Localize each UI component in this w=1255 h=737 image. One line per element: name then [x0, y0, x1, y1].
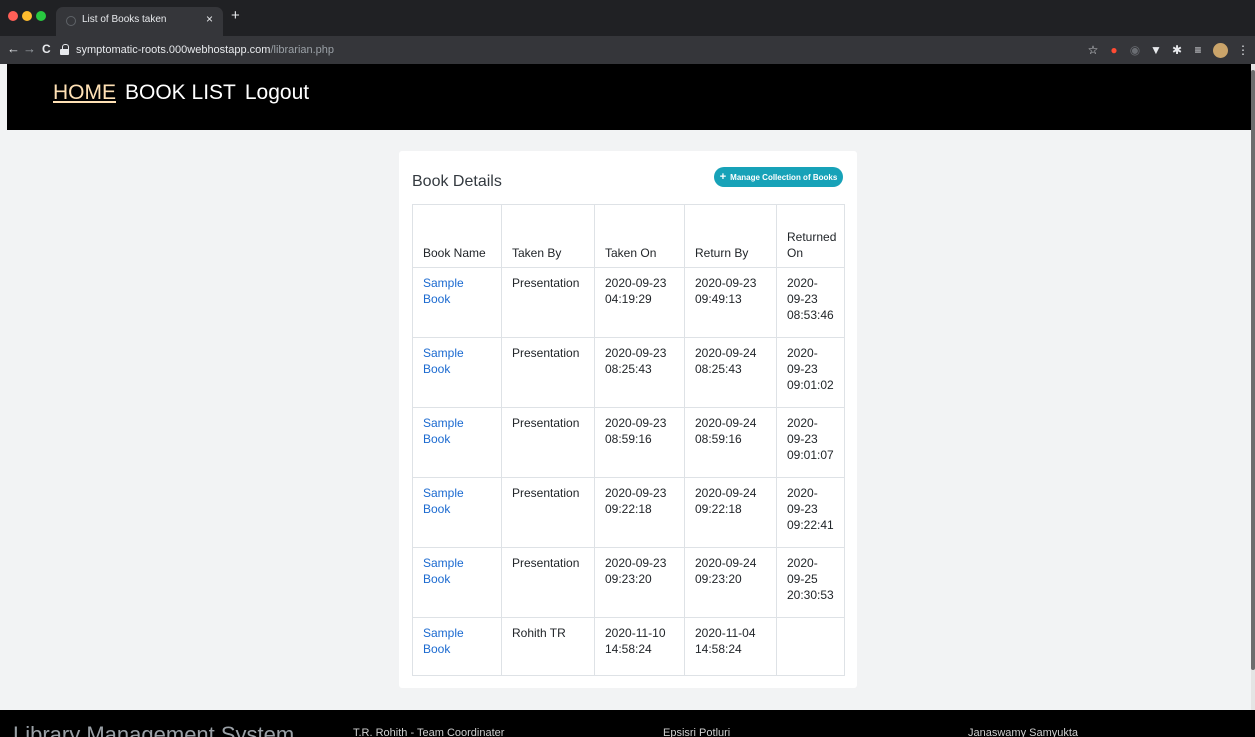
page-scrollbar[interactable] [1251, 64, 1255, 737]
table-row: Sample Book Presentation 2020-09-23 09:2… [412, 547, 845, 618]
book-link[interactable]: Sample Book [423, 556, 464, 586]
privacy-extension-icon[interactable]: ◉ [1129, 43, 1141, 57]
cell-taken-on: 2020-11-10 14:58:24 [594, 617, 685, 676]
header-book-name: Book Name [412, 204, 502, 268]
site-footer: Library Management System T.R. Rohith - … [0, 710, 1255, 737]
cell-returned-on: 2020-09-23 09:01:02 [776, 337, 845, 408]
cell-return-by: 2020-09-24 09:22:18 [684, 477, 777, 548]
cell-taken-by: Presentation [501, 407, 595, 478]
books-table: Book Name Taken By Taken On Return By Re… [412, 204, 845, 676]
cell-return-by: 2020-11-04 14:58:24 [684, 617, 777, 676]
table-row: Sample Book Presentation 2020-09-23 08:5… [412, 407, 845, 478]
cell-return-by: 2020-09-23 09:49:13 [684, 267, 777, 338]
manage-collection-button[interactable]: + Manage Collection of Books [714, 167, 843, 187]
nav-logout-link[interactable]: Logout [245, 80, 309, 106]
tab-close-icon[interactable]: × [206, 12, 213, 26]
cell-book-name: Sample Book [412, 617, 502, 676]
site-nav: HOME BOOK LIST Logout [53, 80, 309, 106]
table-row: Sample Book Presentation 2020-09-23 04:1… [412, 267, 845, 338]
book-link[interactable]: Sample Book [423, 276, 464, 306]
book-link[interactable]: Sample Book [423, 626, 464, 656]
cell-returned-on: 2020-09-23 09:22:41 [776, 477, 845, 548]
browser-tab-bar: List of Books taken × + [0, 0, 1255, 36]
reading-list-icon[interactable]: ≡ [1192, 43, 1204, 57]
extension-icons: ☆ ● ◉ ▼ ✱ ≡ ⋮ [1087, 41, 1249, 59]
back-arrow-icon[interactable]: ← [7, 42, 20, 56]
table-row: Sample Book Rohith TR 2020-11-10 14:58:2… [412, 617, 845, 676]
nav-home-link[interactable]: HOME [53, 80, 116, 106]
cell-taken-on: 2020-09-23 09:23:20 [594, 547, 685, 618]
cell-return-by: 2020-09-24 08:59:16 [684, 407, 777, 478]
header-taken-by: Taken By [501, 204, 595, 268]
cell-taken-by: Rohith TR [501, 617, 595, 676]
new-tab-button[interactable]: + [231, 8, 240, 24]
cell-taken-by: Presentation [501, 547, 595, 618]
cell-returned-on: 2020-09-25 20:30:53 [776, 547, 845, 618]
book-details-card: Book Details + Manage Collection of Book… [399, 151, 857, 688]
forward-arrow-icon[interactable]: → [23, 42, 36, 56]
header-taken-on: Taken On [594, 204, 685, 268]
cell-book-name: Sample Book [412, 337, 502, 408]
cell-book-name: Sample Book [412, 477, 502, 548]
footer-member: T.R. Rohith - Team Coordinater [353, 727, 505, 737]
scrollbar-thumb[interactable] [1251, 70, 1255, 670]
window-close-dot[interactable] [8, 11, 18, 21]
cell-returned-on: 2020-09-23 08:53:46 [776, 267, 845, 338]
nav-book-list-link[interactable]: BOOK LIST [125, 80, 236, 106]
header-return-by: Return By [684, 204, 777, 268]
lock-icon [60, 44, 69, 55]
profile-avatar-icon[interactable] [1213, 42, 1228, 58]
card-title: Book Details [412, 173, 502, 190]
cell-taken-by: Presentation [501, 267, 595, 338]
footer-member: Janaswamy Samyukta [968, 727, 1079, 737]
table-row: Sample Book Presentation 2020-09-23 09:2… [412, 477, 845, 548]
browser-tab[interactable]: List of Books taken × [56, 7, 223, 36]
plus-icon: + [719, 171, 727, 183]
cell-taken-by: Presentation [501, 477, 595, 548]
cell-returned-on [776, 617, 845, 676]
book-link[interactable]: Sample Book [423, 416, 464, 446]
cell-taken-on: 2020-09-23 04:19:29 [594, 267, 685, 338]
tab-title: List of Books taken [82, 14, 167, 25]
star-icon[interactable]: ☆ [1087, 43, 1099, 57]
window-zoom-dot[interactable] [36, 11, 46, 21]
site-header: HOME BOOK LIST Logout [7, 64, 1251, 130]
cell-taken-by: Presentation [501, 337, 595, 408]
reload-icon[interactable]: C [42, 42, 51, 56]
menu-kebab-icon[interactable]: ⋮ [1237, 43, 1249, 57]
ublock-extension-icon[interactable]: ▼ [1150, 43, 1162, 57]
address-bar[interactable]: symptomatic-roots.000webhostapp.com/libr… [60, 40, 1230, 60]
footer-member: Epsisri Potluri [663, 727, 731, 737]
cell-taken-on: 2020-09-23 09:22:18 [594, 477, 685, 548]
cell-returned-on: 2020-09-23 09:01:07 [776, 407, 845, 478]
footer-brand: Library Management System [13, 722, 295, 737]
cell-return-by: 2020-09-24 09:23:20 [684, 547, 777, 618]
manage-collection-label: Manage Collection of Books [730, 172, 838, 182]
book-link[interactable]: Sample Book [423, 486, 464, 516]
cell-return-by: 2020-09-24 08:25:43 [684, 337, 777, 408]
table-row: Sample Book Presentation 2020-09-23 08:2… [412, 337, 845, 408]
cell-book-name: Sample Book [412, 407, 502, 478]
header-returned-on: Returned On [776, 204, 845, 268]
table-header-row: Book Name Taken By Taken On Return By Re… [412, 204, 845, 268]
cell-book-name: Sample Book [412, 547, 502, 618]
window-minimize-dot[interactable] [22, 11, 32, 21]
favicon-icon [66, 16, 76, 26]
puzzle-extensions-icon[interactable]: ✱ [1171, 43, 1183, 57]
cell-book-name: Sample Book [412, 267, 502, 338]
cell-taken-on: 2020-09-23 08:59:16 [594, 407, 685, 478]
shield-extension-icon[interactable]: ● [1108, 43, 1120, 57]
browser-toolbar: ← → C symptomatic-roots.000webhostapp.co… [0, 36, 1255, 64]
book-link[interactable]: Sample Book [423, 346, 464, 376]
url-text: symptomatic-roots.000webhostapp.com/libr… [76, 44, 335, 56]
cell-taken-on: 2020-09-23 08:25:43 [594, 337, 685, 408]
